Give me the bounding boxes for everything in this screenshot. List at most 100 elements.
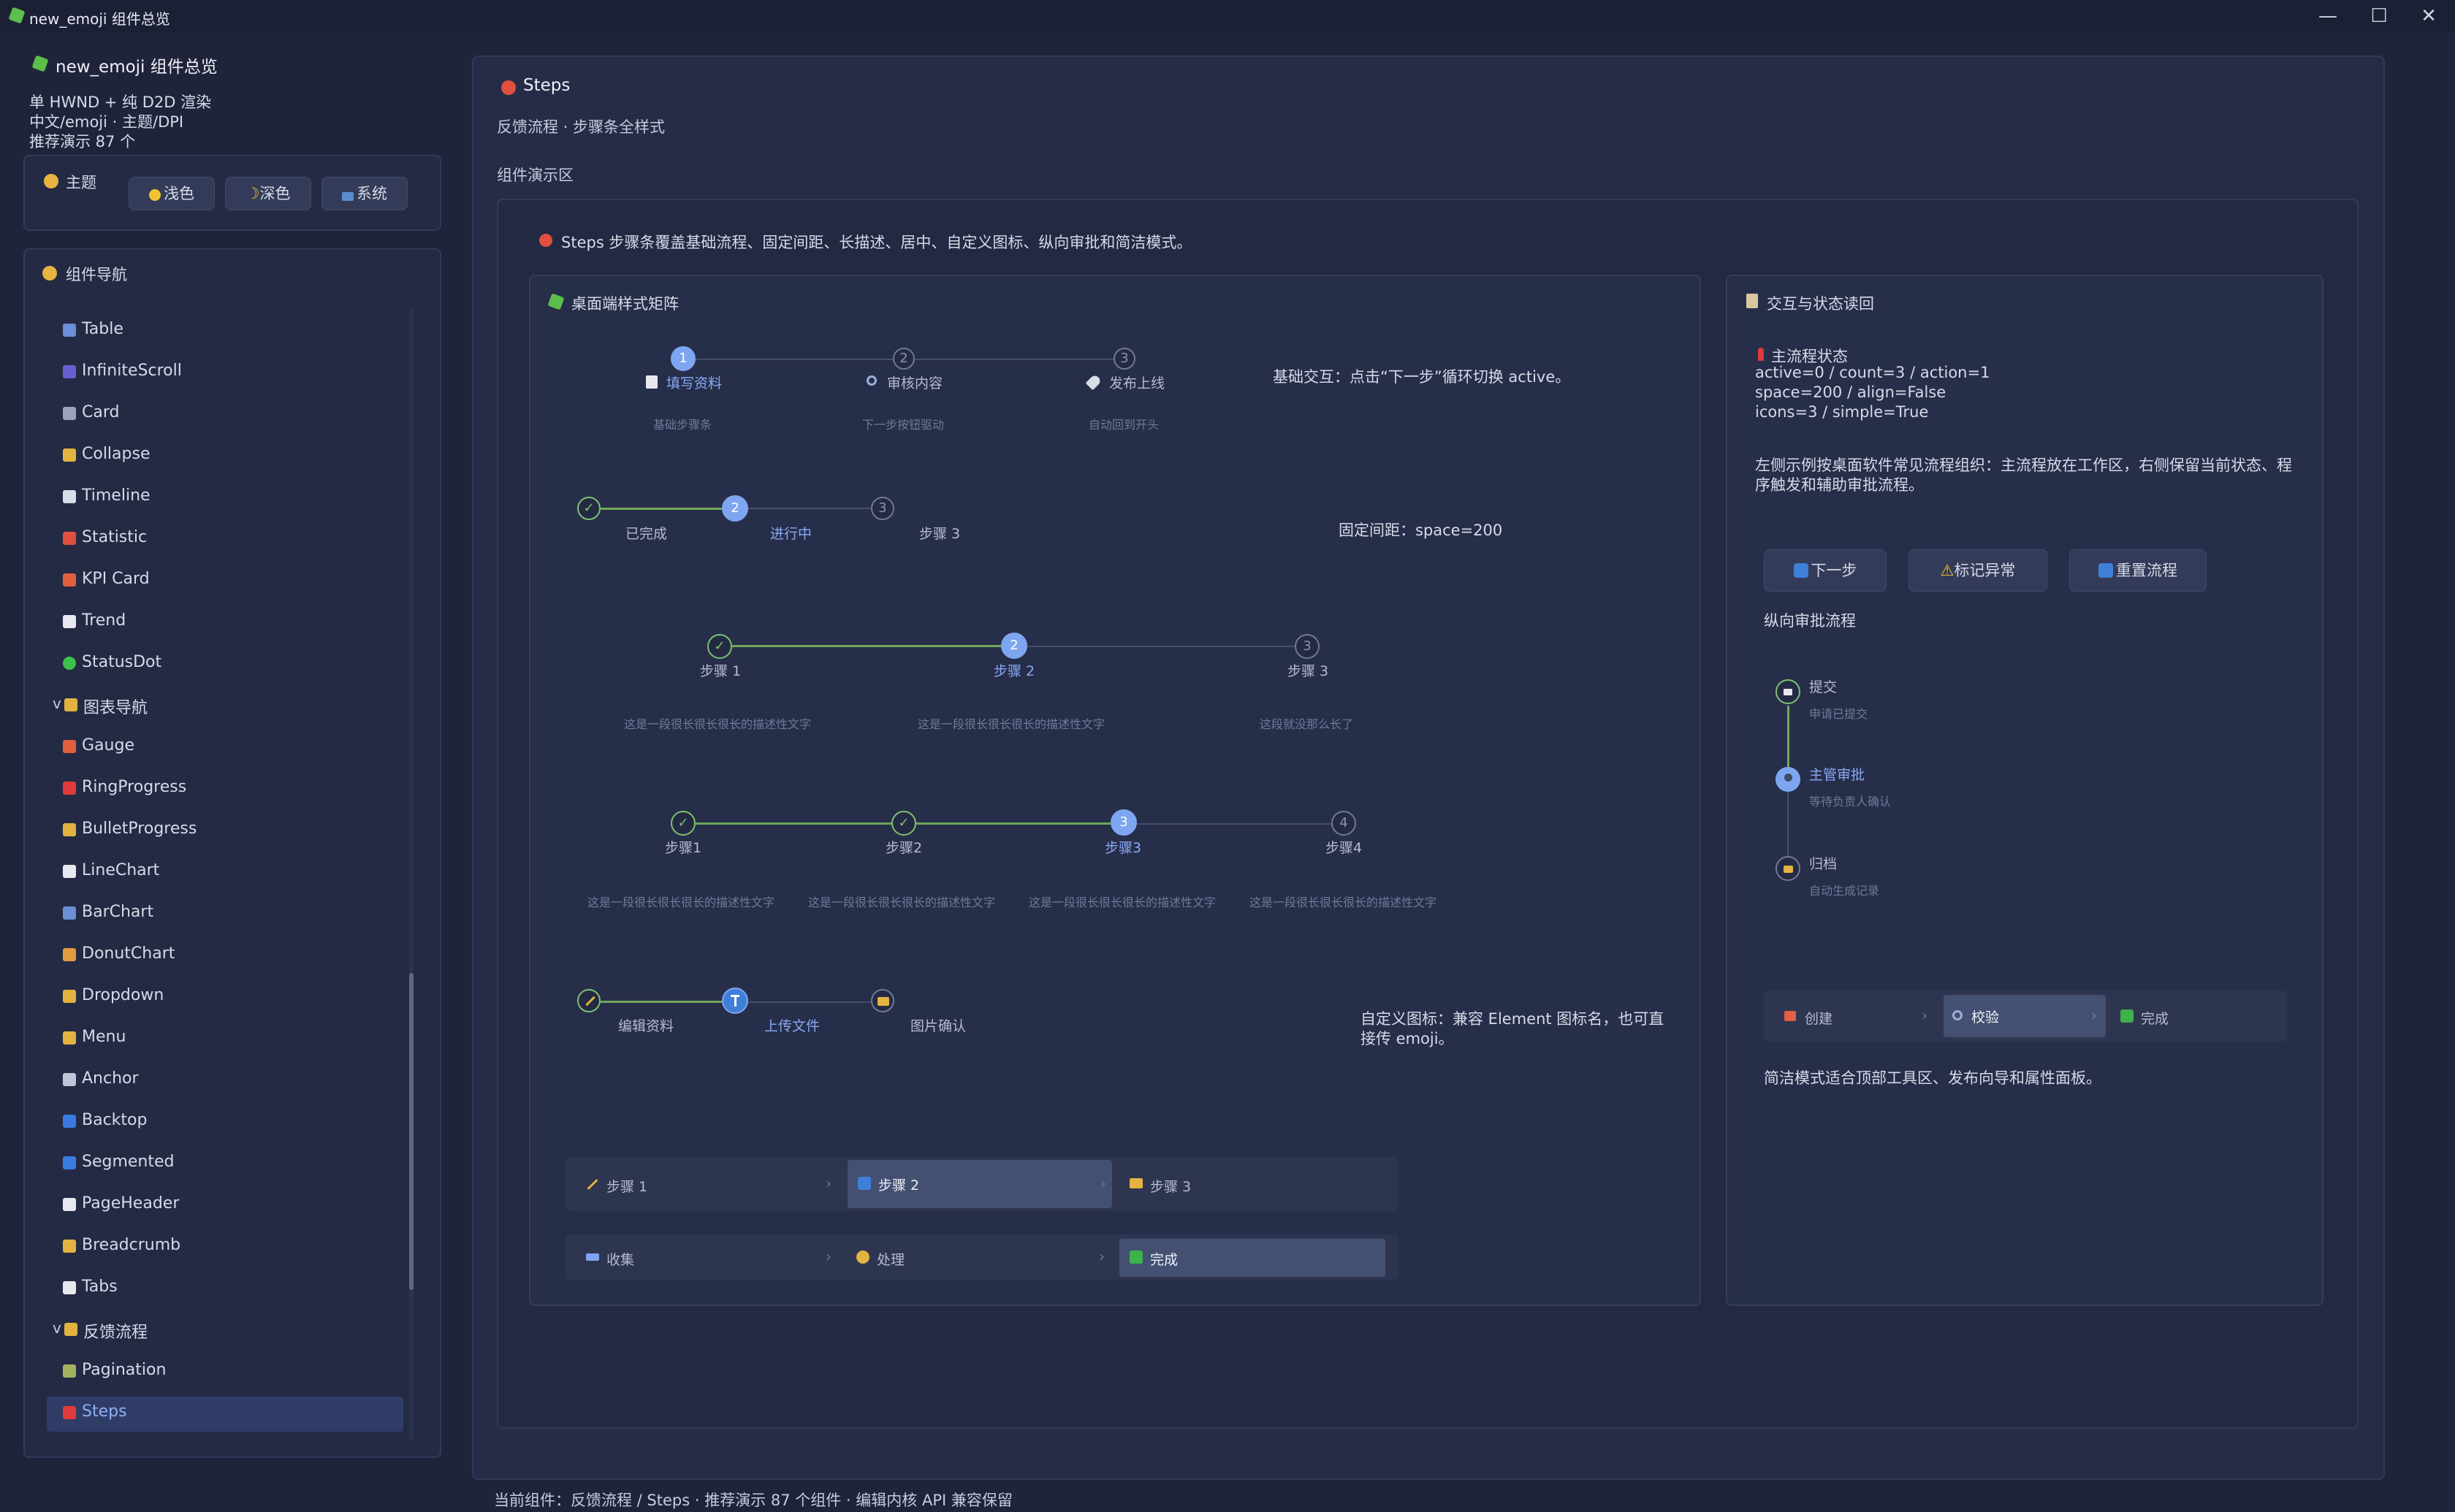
step-connector — [747, 508, 878, 509]
theme-dark-button[interactable]: ☽深色 — [225, 177, 311, 210]
check-box-icon — [2120, 1009, 2134, 1023]
nav-item-icon — [63, 448, 76, 462]
step-title: 步骤4 — [1325, 840, 1363, 856]
mark-error-button[interactable]: ⚠标记异常 — [1908, 549, 2047, 592]
step-indicator: 3 — [1295, 634, 1320, 659]
vertical-step-desc: 申请已提交 — [1809, 707, 1868, 721]
simple-step-label: 收集 — [606, 1252, 635, 1268]
intro-text: Steps 步骤条覆盖基础流程、固定间距、长描述、居中、自定义图标、纵向审批和简… — [561, 234, 1192, 251]
step-connector — [916, 822, 1111, 825]
picture-icon — [871, 989, 894, 1012]
sidebar-info-line: 中文/emoji · 主题/DPI — [29, 113, 184, 131]
vertical-step-desc: 自动生成记录 — [1809, 884, 1880, 898]
memo-icon — [646, 375, 658, 389]
step-description: 这是一段很长很长很长的描述性文字 — [1249, 896, 1437, 909]
minimize-button[interactable]: — — [2303, 0, 2353, 32]
nav-item-icon — [63, 365, 76, 378]
next-step-label: 下一步 — [1811, 562, 1857, 579]
monitor-icon — [342, 192, 354, 201]
nav-item-label: Table — [82, 320, 123, 338]
step-title: 步骤2 — [886, 840, 923, 856]
nav-item-label: Dropdown — [82, 986, 164, 1004]
window-title: new_emoji 组件总览 — [29, 10, 170, 28]
step-indicator: ✓ — [707, 634, 732, 659]
arrow-right-icon — [1793, 563, 1808, 578]
nav-item-label: Steps — [82, 1402, 127, 1421]
step-indicator: 1 — [671, 346, 696, 371]
nav-item-label: PageHeader — [82, 1194, 180, 1213]
step-title: 步骤 3 — [919, 526, 961, 542]
vertical-step-desc: 等待负责人确认 — [1809, 795, 1892, 809]
chevron-right-icon: › — [826, 1175, 831, 1192]
step-indicator: 3 — [871, 497, 894, 520]
sidebar-info-line: 推荐演示 87 个 — [29, 133, 136, 150]
nav-item-icon — [63, 1364, 76, 1378]
step-connector — [694, 359, 893, 360]
folder-icon — [64, 698, 77, 711]
nav-scrollbar[interactable] — [409, 310, 414, 1440]
reset-flow-button[interactable]: 重置流程 — [2069, 549, 2207, 592]
warning-icon: ⚠ — [1940, 562, 1955, 579]
mark-error-label: 标记异常 — [1954, 562, 2016, 579]
pin-icon — [1758, 348, 1764, 361]
pencil-icon — [577, 989, 601, 1012]
step-title: 步骤 3 — [1287, 663, 1329, 679]
nav-item-label: BulletProgress — [82, 820, 197, 838]
theme-light-button[interactable]: 浅色 — [129, 177, 215, 210]
nav-item-label: Breadcrumb — [82, 1236, 181, 1254]
nav-item-label: Tabs — [82, 1278, 118, 1296]
nav-scrollbar-thumb[interactable] — [409, 973, 414, 1290]
chevron-down-icon: v — [53, 695, 61, 712]
next-step-button[interactable]: 下一步 — [1764, 549, 1887, 592]
state-line: space=200 / align=False — [1755, 383, 1946, 401]
nav-item-label: Gauge — [82, 736, 134, 755]
envelope-icon — [1775, 679, 1800, 704]
upload-icon — [858, 1177, 871, 1190]
theme-dark-label: 深色 — [259, 185, 291, 202]
nav-item-label: LineChart — [82, 861, 160, 879]
nav-item-label: 图表导航 — [83, 699, 148, 717]
nav-item-icon — [63, 1156, 76, 1169]
nav-item-icon — [63, 865, 76, 878]
theme-system-label: 系统 — [357, 185, 387, 202]
user-icon — [1775, 767, 1800, 792]
step-connector — [747, 1001, 878, 1003]
step-connector — [601, 508, 725, 510]
title-bar: new_emoji 组件总览 — ☐ ✕ — [0, 0, 2455, 32]
nav-item-icon — [63, 1406, 76, 1419]
nav-item-label: Anchor — [82, 1069, 139, 1088]
theme-light-label: 浅色 — [164, 185, 194, 202]
palette-icon — [44, 174, 58, 188]
step-indicator: 3 — [1114, 348, 1135, 370]
chevron-right-icon: › — [1099, 1248, 1105, 1265]
status-bar: 当前组件：反馈流程 / Steps · 推荐演示 87 个组件 · 编辑内核 A… — [494, 1492, 1013, 1509]
interaction-panel — [1726, 275, 2323, 1306]
state-line: icons=3 / simple=True — [1755, 403, 1929, 421]
nav-item-icon — [63, 1115, 76, 1128]
step-title: 步骤1 — [665, 840, 702, 856]
nav-item-icon — [63, 1281, 76, 1294]
magnifier-icon — [867, 375, 877, 386]
maximize-button[interactable]: ☐ — [2354, 0, 2404, 32]
nav-item-icon — [63, 948, 76, 961]
step-title: 步骤 2 — [994, 663, 1035, 679]
nav-item-label: 反馈流程 — [83, 1324, 148, 1342]
app-logo-icon — [31, 55, 49, 72]
gear-icon — [856, 1251, 869, 1264]
steps-icon — [539, 234, 552, 247]
nav-item-icon — [63, 324, 76, 337]
nav-item-icon — [63, 1240, 76, 1253]
nav-item-label: Statistic — [82, 528, 148, 546]
folder-icon — [1775, 856, 1800, 881]
refresh-icon — [2098, 563, 2113, 578]
step-indicator: 2 — [1001, 633, 1027, 659]
nav-item-icon — [63, 407, 76, 420]
step-indicator: 2 — [893, 348, 915, 370]
moon-icon: ☽ — [246, 185, 260, 202]
close-button[interactable]: ✕ — [2404, 0, 2454, 32]
simple-step-label: 完成 — [1150, 1252, 1179, 1268]
theme-system-button[interactable]: 系统 — [321, 177, 408, 210]
row-note: 自定义图标：兼容 Element 图标名，也可直接传 emoji。 — [1360, 1010, 1664, 1047]
page-title: Steps — [523, 76, 571, 95]
vertical-steps-title: 纵向审批流程 — [1764, 612, 1856, 630]
